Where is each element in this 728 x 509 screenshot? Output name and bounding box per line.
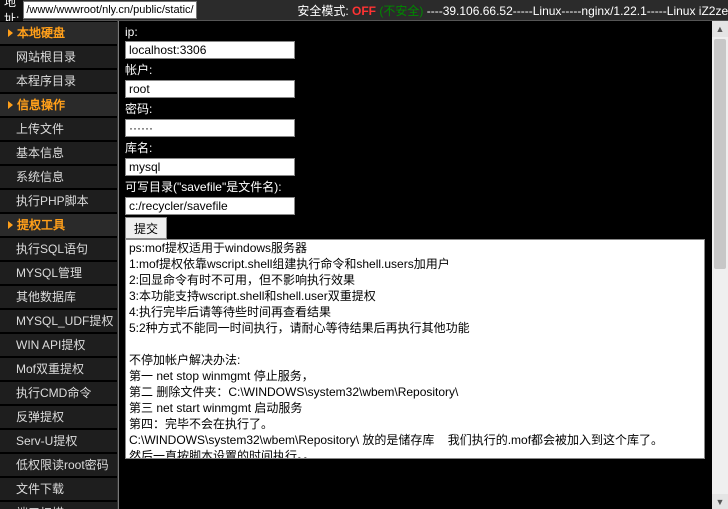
status-off: OFF <box>352 4 376 18</box>
sidebar-item[interactable]: 执行PHP脚本 <box>0 189 117 213</box>
sidebar-item[interactable]: 端口扫描 <box>0 501 117 509</box>
sidebar-item[interactable]: WIN API提权 <box>0 333 117 357</box>
sidebar-header[interactable]: 信息操作 <box>0 93 117 117</box>
scroll-down-icon[interactable]: ▼ <box>712 494 728 509</box>
sidebar-item[interactable]: MYSQL管理 <box>0 261 117 285</box>
sidebar-header[interactable]: 本地硬盘 <box>0 21 117 45</box>
sidebar-item[interactable]: 上传文件 <box>0 117 117 141</box>
top-bar: 地址: 安全模式: OFF (不安全) ----39.106.66.52----… <box>0 0 728 21</box>
sidebar-item[interactable]: MYSQL_UDF提权 <box>0 309 117 333</box>
arrow-right-icon <box>8 101 13 109</box>
sidebar-item[interactable]: 执行SQL语句 <box>0 237 117 261</box>
db-label: 库名: <box>125 139 724 156</box>
sidebar-item[interactable]: Serv-U提权 <box>0 429 117 453</box>
status-bar: 安全模式: OFF (不安全) ----39.106.66.52-----Lin… <box>297 2 728 19</box>
sidebar-header-label: 信息操作 <box>17 94 65 116</box>
sidebar-item[interactable]: 执行CMD命令 <box>0 381 117 405</box>
submit-button[interactable]: 提交 <box>125 217 167 239</box>
user-input[interactable] <box>125 80 295 98</box>
scrollbar[interactable]: ▲ ▼ <box>712 21 728 509</box>
sidebar-item[interactable]: 系统信息 <box>0 165 117 189</box>
save-input[interactable] <box>125 197 295 215</box>
pass-label: 密码: <box>125 100 724 117</box>
ip-label: ip: <box>125 25 724 39</box>
db-input[interactable] <box>125 158 295 176</box>
sidebar-item[interactable]: 低权限读root密码 <box>0 453 117 477</box>
arrow-right-icon <box>8 29 13 37</box>
user-label: 帐户: <box>125 61 724 78</box>
sidebar-header-label: 提权工具 <box>17 214 65 236</box>
pass-input[interactable] <box>125 119 295 137</box>
sidebar-item[interactable]: 反弹提权 <box>0 405 117 429</box>
sidebar-item[interactable]: 其他数据库 <box>0 285 117 309</box>
sidebar-item[interactable]: 文件下载 <box>0 477 117 501</box>
sidebar-header-label: 本地硬盘 <box>17 22 65 44</box>
scroll-thumb[interactable] <box>714 39 726 269</box>
server-info: ----39.106.66.52-----Linux-----nginx/1.2… <box>427 4 728 18</box>
description-textarea[interactable] <box>125 239 705 459</box>
arrow-right-icon <box>8 221 13 229</box>
sidebar-item[interactable]: 本程序目录 <box>0 69 117 93</box>
address-input[interactable] <box>23 1 197 19</box>
app-root: 地址: 安全模式: OFF (不安全) ----39.106.66.52----… <box>0 0 728 509</box>
sidebar-item[interactable]: 基本信息 <box>0 141 117 165</box>
sidebar: 本地硬盘网站根目录本程序目录信息操作上传文件基本信息系统信息执行PHP脚本提权工… <box>0 21 118 509</box>
main-panel: ip: 帐户: 密码: 库名: 可写目录("savefile"是文件名): 提交… <box>118 21 728 509</box>
save-label: 可写目录("savefile"是文件名): <box>125 178 724 195</box>
content-area: 本地硬盘网站根目录本程序目录信息操作上传文件基本信息系统信息执行PHP脚本提权工… <box>0 21 728 509</box>
sidebar-item[interactable]: Mof双重提权 <box>0 357 117 381</box>
status-label: 安全模式: <box>297 4 348 18</box>
sidebar-header[interactable]: 提权工具 <box>0 213 117 237</box>
scroll-up-icon[interactable]: ▲ <box>712 21 728 37</box>
ip-input[interactable] <box>125 41 295 59</box>
sidebar-item[interactable]: 网站根目录 <box>0 45 117 69</box>
status-warn: (不安全) <box>379 4 423 18</box>
